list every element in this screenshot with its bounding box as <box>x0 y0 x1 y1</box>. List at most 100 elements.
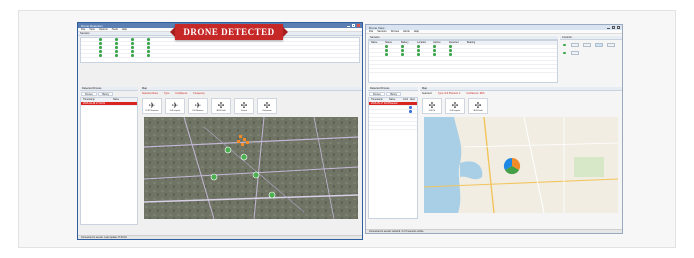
right-drones-panel-title: Detected Drones <box>370 87 390 90</box>
column-header[interactable]: Location <box>415 41 431 44</box>
quadcopter-icon: ✣ <box>217 101 225 110</box>
column-header[interactable]: Timestamp <box>81 98 111 101</box>
drone-icon: ✈ <box>148 101 156 110</box>
drone-type-tile[interactable]: ✣ DJI P4 <box>422 98 442 114</box>
menu-options[interactable]: Options <box>99 28 108 31</box>
drone-type-label: Type: DJI Phantom 4 <box>437 92 461 95</box>
tab-history[interactable]: History <box>385 92 402 96</box>
drone-type-tile[interactable]: ✣ 3DR Solo <box>468 98 488 114</box>
drone-type-tile[interactable]: ✈ DJI Matrice <box>188 98 208 114</box>
menu-tools[interactable]: Tools <box>112 28 118 31</box>
column-header[interactable]: Alert <box>408 98 415 101</box>
selected-drone-label: Selected drone <box>142 92 159 95</box>
frequency-label: Frequency <box>193 92 205 95</box>
column-header[interactable]: Name <box>369 41 383 44</box>
column-header[interactable]: Uptime <box>431 41 447 44</box>
screenshot-composite: Drone Detection File View Options Tools … <box>77 22 623 240</box>
minimize-icon[interactable] <box>347 24 350 27</box>
quadcopter-icon: ✣ <box>451 101 459 110</box>
table-row-selected[interactable]: 2016-04-28 17:04:01 <box>81 102 137 106</box>
column-header[interactable]: Bearing <box>465 41 475 44</box>
drone-type-tile[interactable]: ✣ 3DR Solo <box>211 98 231 114</box>
drone-type-tile[interactable]: ✈ DJI Phantom <box>142 98 162 114</box>
left-app-window: Drone Detection File View Options Tools … <box>77 22 363 240</box>
table-row[interactable] <box>369 126 417 130</box>
drone-type-tile[interactable]: ✈ DJI Inspire <box>165 98 185 114</box>
menu-view[interactable]: View <box>89 28 95 31</box>
selected-drone-label: Selected: <box>422 92 432 95</box>
left-map-panel: Map Selected drone Type Confidence Frequ… <box>140 87 362 233</box>
column-header[interactable]: Status <box>383 41 399 44</box>
drone-type-label: Type <box>164 92 170 95</box>
close-icon[interactable] <box>357 24 360 27</box>
control-button[interactable] <box>582 43 591 47</box>
left-window-title: Drone Detection <box>81 23 103 28</box>
left-map-panel-title: Map <box>142 87 148 90</box>
table-row[interactable] <box>369 69 557 73</box>
left-status-bar: Connected to sensor. Last update 17:04:0… <box>78 235 362 239</box>
confidence-label: Confidence <box>175 92 188 95</box>
left-drones-panel: Detected Drones Drones History Timestamp… <box>80 87 138 233</box>
close-icon[interactable] <box>617 26 620 29</box>
right-status-bar: Connected to sensor network. 3 of 3 sens… <box>366 229 622 233</box>
right-drones-table: Timestamp Name Conf. Alert 2016-05-17 DJ… <box>368 97 418 219</box>
column-header[interactable]: Name <box>387 98 401 101</box>
control-button[interactable] <box>606 43 615 47</box>
drone-icon: ✈ <box>194 101 202 110</box>
maximize-icon[interactable] <box>612 26 615 29</box>
street-map-graphic <box>424 117 618 213</box>
right-sensors-panel-title: Sensors <box>370 36 380 39</box>
column-header[interactable]: Battery <box>399 41 415 44</box>
drone-type-tile[interactable]: ✣ DJI Inspire <box>445 98 465 114</box>
status-indicator-icon <box>563 51 567 55</box>
right-sensors-panel: Sensors Name Status Battery Location Upt… <box>368 36 558 84</box>
left-drones-panel-title: Detected Drones <box>82 87 102 90</box>
right-status-text: Connected to sensor network. 3 of 3 sens… <box>369 230 424 233</box>
selected-drone-timestamp: 2016-04-28 17:04:01 <box>83 102 106 105</box>
right-menu-bar: File Sensors Drones Alerts Help <box>366 30 622 34</box>
left-drones-table: Timestamp Name 2016-04-28 17:04:01 <box>80 97 138 225</box>
drone-type-tile[interactable]: ✣ Unknown <box>257 98 277 114</box>
status-indicator-icon <box>563 43 567 47</box>
right-street-map[interactable] <box>424 117 618 213</box>
menu-file[interactable]: File <box>369 30 373 33</box>
table-row[interactable] <box>81 54 359 58</box>
left-satellite-map[interactable] <box>144 117 358 219</box>
control-button[interactable] <box>570 51 579 55</box>
alert-banner-text: DRONE DETECTED <box>183 27 275 37</box>
right-controls-area <box>560 40 622 58</box>
menu-alerts[interactable]: Alerts <box>403 30 410 33</box>
left-status-text: Connected to sensor. Last update 17:04:0… <box>81 236 127 239</box>
menu-file[interactable]: File <box>81 28 85 31</box>
drone-icon: ✈ <box>171 101 179 110</box>
quadcopter-icon: ✣ <box>240 101 248 110</box>
menu-help[interactable]: Help <box>414 30 419 33</box>
menu-help[interactable]: Help <box>122 28 127 31</box>
menu-sensors[interactable]: Sensors <box>377 30 387 33</box>
tab-history[interactable]: History <box>97 92 114 96</box>
minimize-icon[interactable] <box>607 26 610 29</box>
menu-drones[interactable]: Drones <box>391 30 399 33</box>
right-window-title: Drone View <box>369 25 385 30</box>
tab-drones[interactable]: Drones <box>81 92 97 96</box>
control-button[interactable] <box>594 43 603 47</box>
right-drone-type-tiles: ✣ DJI P4 ✣ DJI Inspire ✣ 3DR Solo <box>420 96 622 116</box>
tab-drones[interactable]: Drones <box>369 92 385 96</box>
column-header[interactable]: Timestamp <box>369 98 387 101</box>
column-header[interactable]: Conf. <box>401 98 408 101</box>
confidence-label: Confidence: 96% <box>466 92 485 95</box>
column-header[interactable]: Name <box>111 98 119 101</box>
control-button[interactable] <box>570 43 579 47</box>
left-drone-type-tiles: ✈ DJI Phantom ✈ DJI Inspire ✈ DJI Matrice ✣… <box>140 96 362 116</box>
drone-detected-alert-banner: DRONE DETECTED <box>170 24 288 40</box>
maximize-icon[interactable] <box>352 24 355 27</box>
satellite-map-graphic <box>144 117 358 219</box>
right-drones-panel: Detected Drones Drones History Timestamp… <box>368 87 418 227</box>
drone-type-tile[interactable]: ✣ Parrot <box>234 98 254 114</box>
right-app-window: Drone View File Sensors Drones Alerts He… <box>365 24 623 234</box>
right-controls-panel: Controls <box>560 36 622 84</box>
column-header[interactable]: Detected <box>447 41 465 44</box>
quadcopter-icon: ✣ <box>263 101 271 110</box>
quadcopter-icon: ✣ <box>474 101 482 110</box>
right-controls-panel-title: Controls <box>562 36 572 39</box>
